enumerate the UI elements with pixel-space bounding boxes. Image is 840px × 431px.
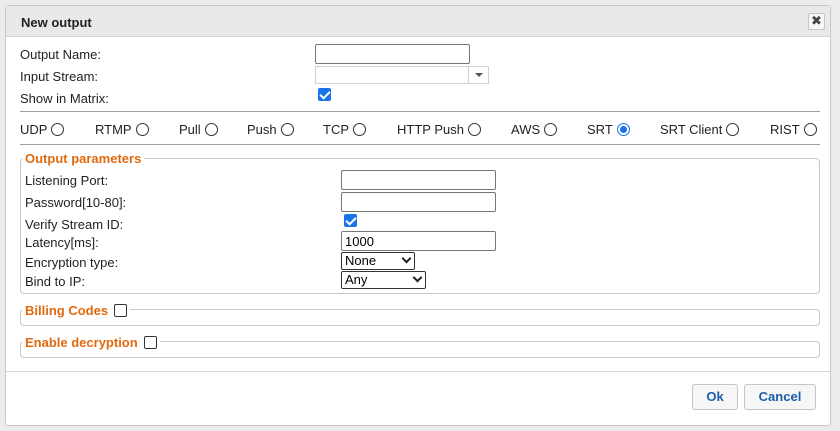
show-matrix-checkbox[interactable] [318, 88, 331, 101]
radio-push[interactable] [280, 123, 294, 136]
billing-codes-legend: Billing Codes [22, 303, 131, 318]
radio-tcp[interactable] [353, 123, 366, 136]
protocol-aws[interactable]: AWS [511, 122, 558, 137]
radio-http-push[interactable] [467, 123, 481, 136]
protocol-pull[interactable]: Pull [179, 122, 218, 137]
input-stream-combo[interactable] [315, 66, 489, 84]
radio-pull[interactable] [204, 123, 218, 136]
password-label: Password[10-80]: [25, 195, 127, 210]
dialog-titlebar[interactable]: New output ✖ [6, 6, 830, 37]
verify-stream-label: Verify Stream ID: [25, 217, 124, 232]
output-name-label: Output Name: [20, 47, 101, 62]
enable-decryption-checkbox[interactable] [143, 336, 157, 349]
chevron-down-icon [412, 272, 423, 283]
radio-aws[interactable] [544, 123, 558, 136]
dialog-title: New output [21, 15, 92, 30]
chevron-down-icon [401, 253, 412, 264]
protocol-radio-group: UDP RTMP Pull Push TCP HTTP Push AWS SRT… [20, 122, 820, 140]
protocol-srt[interactable]: SRT [587, 122, 630, 137]
show-matrix-label: Show in Matrix: [20, 91, 109, 106]
bind-ip-select[interactable]: Any [341, 271, 426, 289]
verify-stream-checkbox[interactable] [344, 214, 357, 227]
radio-udp[interactable] [51, 123, 65, 136]
listening-port-label: Listening Port: [25, 173, 109, 188]
billing-codes-fieldset [20, 309, 820, 326]
password-input[interactable] [341, 192, 496, 212]
close-button[interactable]: ✖ [808, 13, 825, 30]
latency-label: Latency[ms]: [25, 235, 99, 250]
billing-codes-checkbox[interactable] [114, 304, 128, 317]
protocol-tcp[interactable]: TCP [323, 122, 366, 137]
protocol-rtmp[interactable]: RTMP [95, 122, 149, 137]
encryption-label: Encryption type: [25, 255, 119, 270]
divider-top [20, 111, 820, 112]
protocol-http-push[interactable]: HTTP Push [397, 122, 481, 137]
radio-rist[interactable] [803, 123, 817, 136]
new-output-dialog: New output ✖ Output Name: Input Stream: … [5, 5, 831, 426]
encryption-select[interactable]: None [341, 252, 415, 270]
radio-srt[interactable] [616, 123, 630, 136]
protocol-srt-client[interactable]: SRT Client [660, 122, 740, 137]
ok-button[interactable]: Ok [692, 384, 738, 410]
cancel-button[interactable]: Cancel [744, 384, 816, 410]
chevron-down-icon[interactable] [468, 67, 488, 83]
radio-srt-client[interactable] [726, 123, 740, 136]
enable-decryption-legend: Enable decryption [22, 335, 160, 350]
protocol-rist[interactable]: RIST [770, 122, 817, 137]
radio-rtmp[interactable] [135, 123, 149, 136]
latency-input[interactable] [341, 231, 496, 251]
protocol-push[interactable]: Push [247, 122, 294, 137]
input-stream-label: Input Stream: [20, 69, 99, 84]
protocol-udp[interactable]: UDP [20, 122, 65, 137]
close-icon: ✖ [811, 13, 822, 28]
output-parameters-legend: Output parameters [22, 151, 145, 166]
output-name-input[interactable] [315, 44, 470, 64]
listening-port-input[interactable] [341, 170, 496, 190]
footer-divider [6, 371, 830, 372]
bind-ip-label: Bind to IP: [25, 274, 85, 289]
divider-bottom [20, 144, 820, 145]
